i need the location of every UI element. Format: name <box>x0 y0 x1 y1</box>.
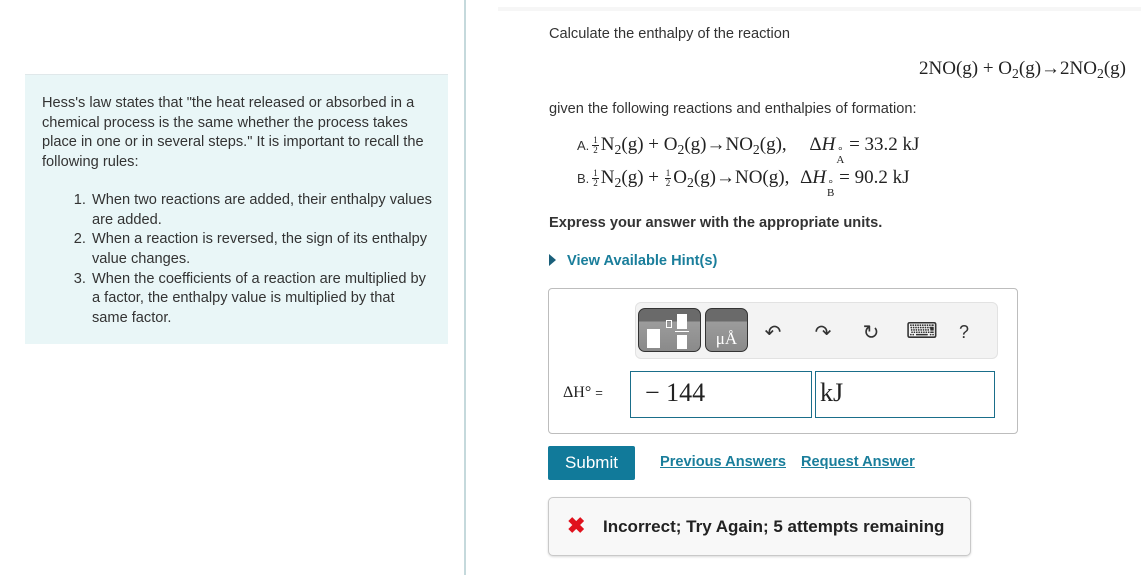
eq-part: (g) <box>1103 58 1126 79</box>
delta-h-a: ΔH ° A <box>809 134 845 166</box>
question-prompt: Calculate the enthalpy of the reaction <box>549 26 790 42</box>
units-button[interactable]: μÅ <box>705 308 748 352</box>
rule-item: When the coefficients of a reaction are … <box>90 270 432 329</box>
reaction-b: B. 1 2 N2(g) + 1 2 O2(g)→NO(g), ΔH ° B = 90.2 k… <box>577 167 910 199</box>
reaction-label: B. <box>577 171 590 186</box>
fraction: 12 <box>664 169 672 189</box>
frac-den: 2 <box>593 178 598 189</box>
dh-subscript: B <box>827 187 835 199</box>
frac-den: 2 <box>665 178 671 189</box>
unit-input[interactable]: kJ <box>815 371 995 418</box>
top-separator <box>498 7 1141 11</box>
undo-icon[interactable]: ↶ <box>761 320 785 345</box>
dh-value: = 33.2 kJ <box>849 134 920 155</box>
frac-den: 2 <box>593 145 598 156</box>
eq-part: O <box>673 167 687 188</box>
eq-part: (g)→2NO <box>1018 58 1097 79</box>
eq-subscript: 2 <box>752 142 760 158</box>
given-text: given the following reactions and enthal… <box>549 101 917 117</box>
value-input[interactable]: − 144 <box>630 371 812 418</box>
eq-subscript: 2 <box>1012 66 1019 82</box>
eq-part: N <box>600 167 615 188</box>
intro-paragraph: Hess's law states that "the heat release… <box>42 95 424 171</box>
view-hints-link[interactable]: View Available Hint(s) <box>549 253 717 269</box>
feedback-message: Incorrect; Try Again; 5 attempts remaini… <box>603 517 945 536</box>
previous-answers-link[interactable]: Previous Answers <box>660 454 786 470</box>
fraction: 12 <box>592 169 599 188</box>
eq-part: (g)→NO(g), <box>693 167 790 188</box>
eq-part: (g), <box>759 134 787 155</box>
eq-part: (g) + O <box>621 134 678 155</box>
template-exponent-icon <box>666 320 672 328</box>
keyboard-icon[interactable]: ⌨ <box>906 318 938 344</box>
expand-triangle-icon <box>549 254 556 266</box>
help-icon[interactable]: ? <box>952 322 976 343</box>
template-denominator-icon <box>677 335 687 349</box>
template-numerator-icon <box>677 314 687 329</box>
answer-label: ΔH° = <box>563 384 603 402</box>
hess-law-info-box: Hess's law states that "the heat release… <box>25 74 448 344</box>
fraction: 12 <box>592 136 599 155</box>
delta-h-symbol: ΔH° <box>563 384 592 401</box>
eq-part: (g) + <box>621 167 664 188</box>
reaction-label: A. <box>577 138 590 153</box>
target-reaction-equation: 2NO(g) + O2(g)→2NO2(g) <box>919 58 1126 82</box>
rule-item: When two reactions are added, their enth… <box>90 191 432 230</box>
templates-button[interactable] <box>638 308 701 352</box>
column-divider <box>464 0 466 575</box>
units-icon: μÅ <box>715 329 738 348</box>
rules-list: When two reactions are added, their enth… <box>42 191 432 329</box>
reaction-a: A. 1 2 N2(g) + O2(g)→NO2(g), ΔH ° A = 33.2 kJ <box>577 134 920 166</box>
eq-subscript: 2 <box>1097 66 1104 82</box>
redo-icon[interactable]: ↷ <box>811 320 835 345</box>
dh-value: = 90.2 kJ <box>839 167 910 188</box>
eq-part: (g)→NO <box>684 134 753 155</box>
feedback-box: ✖ Incorrect; Try Again; 5 attempts remai… <box>548 497 971 556</box>
template-fraction-bar-icon <box>675 331 689 332</box>
dh-subscript: A <box>836 154 845 166</box>
submit-button[interactable]: Submit <box>548 446 635 480</box>
template-box-icon <box>647 329 660 348</box>
equals-sign: = <box>595 385 603 400</box>
request-answer-link[interactable]: Request Answer <box>801 454 915 470</box>
incorrect-x-icon: ✖ <box>567 513 586 538</box>
eq-part: 2NO(g) + O <box>919 58 1013 79</box>
reset-icon[interactable]: ↻ <box>859 320 883 345</box>
intro-panel: Hess's law states that "the heat release… <box>0 0 464 575</box>
instruction-text: Express your answer with the appropriate… <box>549 215 883 231</box>
delta-h-b: ΔH ° B <box>800 167 835 199</box>
hint-link-label: View Available Hint(s) <box>567 253 718 269</box>
eq-part: N <box>600 134 615 155</box>
eq-subscript: 2 <box>686 175 694 191</box>
rule-item: When a reaction is reversed, the sign of… <box>90 230 432 269</box>
